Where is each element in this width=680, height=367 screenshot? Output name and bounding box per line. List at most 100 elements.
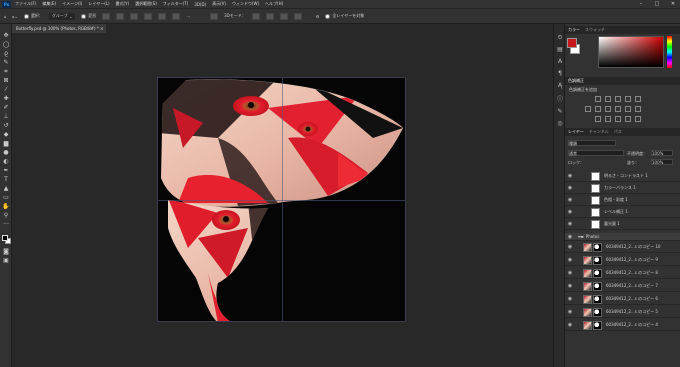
3d-scale-icon[interactable] <box>293 12 302 20</box>
more-tools-icon[interactable]: ··· <box>2 221 10 229</box>
menu-file[interactable]: ファイル(F) <box>15 1 36 7</box>
history-brush-tool-icon[interactable]: ↺ <box>2 122 10 130</box>
menu-help[interactable]: ヘルプ(H) <box>265 1 283 7</box>
menu-window[interactable]: ウィンドウ(W) <box>232 1 259 7</box>
shape-tool-icon[interactable]: ▭ <box>2 194 10 202</box>
visibility-eye-icon[interactable]: ◉ <box>565 234 575 240</box>
layer-row[interactable]: ◉ 60349412_2...s のコピー 6 <box>565 294 680 305</box>
tab-layers[interactable]: レイヤー <box>568 129 584 135</box>
tab-adjustments[interactable]: 色調補正 <box>568 78 584 84</box>
3d-rotate-icon[interactable] <box>210 12 219 20</box>
brush-settings-icon[interactable]: ✎ <box>556 108 564 116</box>
visibility-eye-icon[interactable]: ◉ <box>565 185 575 191</box>
invert-adjust-icon[interactable] <box>595 116 601 122</box>
menu-layer[interactable]: レイヤー(L) <box>88 1 109 7</box>
maximize-button[interactable]: □ <box>650 0 664 8</box>
3d-pan-icon[interactable] <box>265 12 274 20</box>
visibility-eye-icon[interactable]: ◉ <box>565 173 575 179</box>
3d-roll-icon[interactable] <box>251 12 260 20</box>
align-bottom-icon[interactable] <box>172 12 181 20</box>
layer-row[interactable]: ◉ 60349412_2...s のコピー 9 <box>565 255 680 266</box>
crop-tool-icon[interactable]: ⌗ <box>2 68 10 76</box>
vibrance-adjust-icon[interactable] <box>635 96 641 102</box>
auto-select-checkbox[interactable] <box>23 13 29 19</box>
align-center-icon[interactable] <box>116 12 125 20</box>
curves-adjust-icon[interactable] <box>615 96 621 102</box>
layer-row[interactable]: ◉ 色相・彩度 1 <box>565 195 680 206</box>
brightness-adjust-icon[interactable] <box>595 96 601 102</box>
screen-mode-icon[interactable]: ▣ <box>2 257 10 265</box>
document-tab[interactable]: Butterfly.psd @ 100% (Photos, RGB/8#) * … <box>12 24 106 33</box>
healing-brush-tool-icon[interactable]: ✚ <box>2 95 10 103</box>
layer-kind-filter[interactable]: 種類 <box>568 140 616 146</box>
history-icon[interactable]: ⏲ <box>556 34 564 42</box>
character-icon[interactable]: A <box>556 58 564 66</box>
gradient-tool-icon[interactable]: ▆ <box>2 140 10 148</box>
eraser-tool-icon[interactable]: ◆ <box>2 131 10 139</box>
hue-sat-adjust-icon[interactable] <box>585 106 591 112</box>
marquee-tool-icon[interactable]: ◯ <box>2 41 10 49</box>
visibility-eye-icon[interactable]: ◉ <box>565 283 575 289</box>
properties-icon[interactable]: ▤ <box>556 46 564 54</box>
auto-select-dropdown[interactable]: グループ ⌄ <box>48 12 76 20</box>
menu-select[interactable]: 選択範囲(S) <box>135 1 157 7</box>
color-balance-adjust-icon[interactable] <box>595 106 601 112</box>
blend-mode-select[interactable]: 通常 <box>568 150 624 156</box>
visibility-eye-icon[interactable]: ◉ <box>565 296 575 302</box>
tab-color[interactable]: カラー <box>568 27 580 33</box>
type-tool-icon[interactable]: T <box>2 176 10 184</box>
zoom-tool-icon[interactable]: ⚲ <box>2 212 10 220</box>
opacity-input[interactable]: 100% <box>651 150 673 156</box>
layer-row[interactable]: ◉ 60349412_2...s のコピー 7 <box>565 281 680 292</box>
layer-row[interactable]: ◉ 60349412_2...s のコピー 10 <box>565 242 680 253</box>
visibility-eye-icon[interactable]: ◉ <box>565 244 575 250</box>
dodge-tool-icon[interactable]: ◐ <box>2 158 10 166</box>
menu-filter[interactable]: フィルター(T) <box>163 1 188 7</box>
tab-swatches[interactable]: スウォッチ <box>585 27 605 33</box>
visibility-eye-icon[interactable]: ◉ <box>565 322 575 328</box>
eyedropper-tool-icon[interactable]: ⁄ <box>2 86 10 94</box>
pen-tool-icon[interactable]: ✒ <box>2 167 10 175</box>
visibility-eye-icon[interactable]: ◉ <box>565 197 575 203</box>
quick-select-tool-icon[interactable]: ✎ <box>2 59 10 67</box>
gear-icon[interactable]: ⚙ <box>316 14 320 19</box>
glyphs-icon[interactable]: Ą <box>556 82 564 90</box>
align-left-icon[interactable] <box>102 12 111 20</box>
sample-all-checkbox[interactable] <box>325 13 331 19</box>
align-middle-icon[interactable] <box>158 12 167 20</box>
hand-tool-icon[interactable]: ✋ <box>2 203 10 211</box>
hue-slider[interactable] <box>667 36 672 68</box>
move-tool-preset-icon[interactable]: ▸⌄ <box>13 14 18 19</box>
move-tool-icon[interactable]: ✥ <box>2 32 10 40</box>
menu-view[interactable]: 表示(V) <box>212 1 226 7</box>
brush-tool-icon[interactable]: ✐ <box>2 104 10 112</box>
visibility-eye-icon[interactable]: ◉ <box>565 270 575 276</box>
exposure-adjust-icon[interactable] <box>625 96 631 102</box>
quick-mask-icon[interactable]: ◙ <box>2 248 10 256</box>
visibility-eye-icon[interactable]: ◉ <box>565 309 575 315</box>
posterize-adjust-icon[interactable] <box>605 116 611 122</box>
minimize-button[interactable]: – <box>634 0 648 8</box>
panel-foreground-swatch[interactable] <box>567 38 577 48</box>
channel-mixer-adjust-icon[interactable] <box>625 106 631 112</box>
frame-tool-icon[interactable]: ⊠ <box>2 77 10 85</box>
lasso-tool-icon[interactable]: ϱ <box>2 50 10 58</box>
color-lookup-adjust-icon[interactable] <box>635 106 641 112</box>
close-tab-icon[interactable]: ✕ <box>100 26 103 31</box>
tab-paths[interactable]: パス <box>614 129 622 135</box>
menu-edit[interactable]: 編集(E) <box>42 1 56 7</box>
layer-row[interactable]: ◉ 60349412_2...s のコピー 4 <box>565 320 680 331</box>
visibility-eye-icon[interactable]: ◉ <box>565 257 575 263</box>
menu-3d[interactable]: 3D(D) <box>194 2 206 7</box>
info-icon[interactable]: ⓘ <box>556 96 564 104</box>
close-button[interactable]: ✕ <box>666 0 680 8</box>
document-canvas[interactable] <box>157 77 406 322</box>
color-picker-field[interactable] <box>598 36 664 68</box>
stamp-tool-icon[interactable]: ⊥ <box>2 113 10 121</box>
layer-row[interactable]: ◉ 明るさ・コントラスト 1 <box>565 171 680 182</box>
menu-image[interactable]: イメージ(I) <box>62 1 82 7</box>
layer-row[interactable]: ◉ 60349412_2...s のコピー 8 <box>565 268 680 279</box>
layer-group-row[interactable]: ◉ ▾▬ Photos <box>565 233 680 241</box>
3d-slide-icon[interactable] <box>279 12 288 20</box>
layer-row[interactable]: ◉ カラーバランス 1 <box>565 183 680 194</box>
